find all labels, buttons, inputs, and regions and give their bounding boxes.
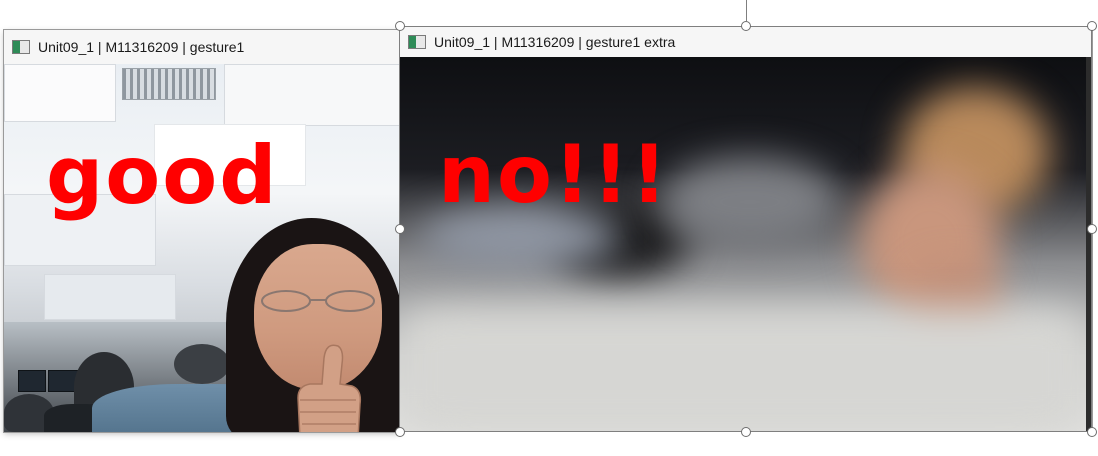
resize-handle-icon[interactable] (1087, 21, 1097, 31)
camera-window-gesture1[interactable]: Unit09_1 | M11316209 | gesture1 good (4, 30, 400, 432)
resize-handle-icon[interactable] (1087, 224, 1097, 234)
ceiling-panel (224, 64, 400, 126)
window-titlebar[interactable]: Unit09_1 | M11316209 | gesture1 extra (400, 27, 1092, 58)
resize-handle-icon[interactable] (395, 224, 405, 234)
window-app-icon (408, 35, 426, 49)
thumbs-up-hand-icon (297, 344, 362, 432)
resize-handle-icon[interactable] (395, 427, 405, 437)
window-title: Unit09_1 | M11316209 | gesture1 (38, 39, 245, 55)
blurred-object (660, 157, 840, 247)
camera-window-gesture1-extra[interactable]: Unit09_1 | M11316209 | gesture1 extra no… (400, 27, 1092, 431)
background-person (174, 344, 230, 384)
window-title: Unit09_1 | M11316209 | gesture1 extra (434, 34, 676, 50)
blurred-table (400, 307, 1086, 431)
window-titlebar[interactable]: Unit09_1 | M11316209 | gesture1 (4, 30, 400, 65)
rotate-handle-stem (746, 0, 747, 21)
resize-handle-icon[interactable] (741, 21, 751, 31)
gesture-label-good: good (46, 129, 279, 222)
window-app-icon (12, 40, 30, 54)
camera-feed-image: good (4, 64, 400, 432)
ceiling-panel (44, 274, 176, 320)
gesture-label-no: no!!! (438, 128, 670, 221)
resize-handle-icon[interactable] (1087, 427, 1097, 437)
glasses (261, 290, 375, 312)
desktop-canvas: Unit09_1 | M11316209 | gesture1 good Uni… (0, 0, 1098, 456)
resize-handle-icon[interactable] (741, 427, 751, 437)
resize-handle-icon[interactable] (395, 21, 405, 31)
ceiling-panel (4, 64, 116, 122)
camera-feed-image: no!!! (400, 57, 1086, 431)
ceiling-vent (122, 68, 216, 100)
monitor (18, 370, 46, 392)
